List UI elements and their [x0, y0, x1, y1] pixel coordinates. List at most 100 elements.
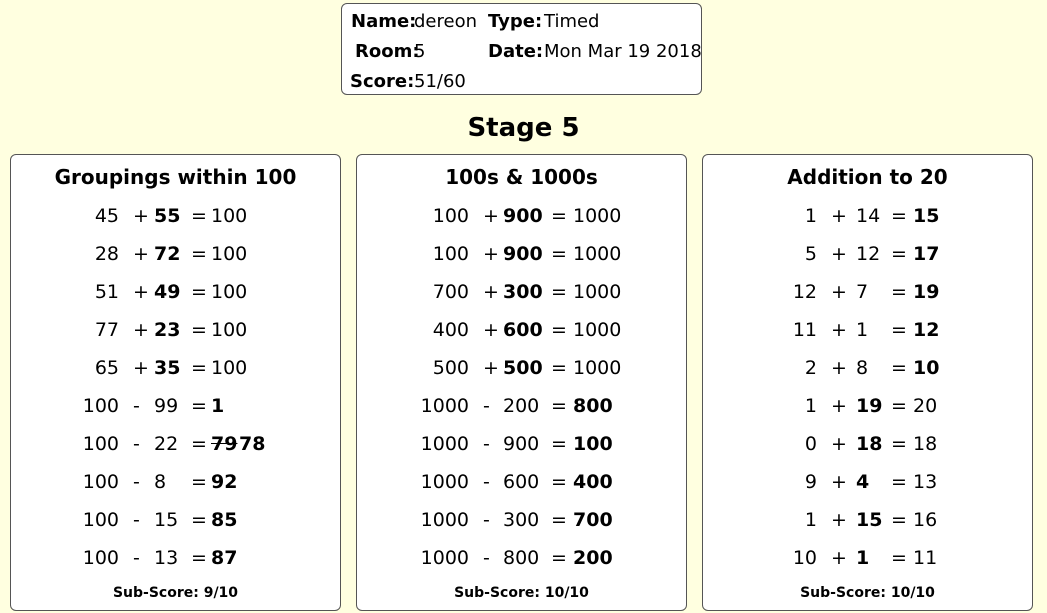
operand-b: 300: [503, 281, 543, 303]
operand-a: 11: [792, 319, 817, 341]
info-box: Name: dereon Type: Timed Room: 5 Date: M…: [341, 3, 702, 95]
equation-row: 12 +7 = 19: [703, 281, 1032, 311]
equation-row: 1000-800 = 200: [357, 547, 686, 577]
equation-row: 100-8 = 92: [11, 471, 340, 501]
operand-a: 100: [82, 471, 119, 493]
equals-sign: =: [191, 243, 207, 265]
operand-b: 1: [856, 547, 870, 569]
operand-b: 600: [503, 471, 540, 493]
operand-a: 1: [804, 205, 817, 227]
operator: +: [831, 471, 847, 493]
operator: +: [831, 547, 847, 569]
operator: -: [133, 547, 140, 569]
equals-sign: =: [191, 471, 207, 493]
result: 12: [913, 319, 940, 341]
result: 19: [913, 281, 940, 303]
equation-row: 100-99 = 1: [11, 395, 340, 425]
equals-sign: =: [891, 509, 907, 531]
result: 13: [913, 471, 938, 493]
operand-b: 200: [503, 395, 540, 417]
operand-b: 22: [154, 433, 179, 455]
equals-sign: =: [551, 395, 567, 417]
result: 18: [913, 433, 938, 455]
operand-b: 500: [503, 357, 543, 379]
result: 100: [573, 433, 613, 455]
operand-a: 12: [792, 281, 817, 303]
operand-a: 1000: [420, 433, 469, 455]
equals-sign: =: [891, 205, 907, 227]
operator: +: [483, 243, 499, 265]
operand-a: 100: [432, 243, 469, 265]
equation-row: 1 +15 = 16: [703, 509, 1032, 539]
operand-b: 99: [154, 395, 179, 417]
equals-sign: =: [551, 547, 567, 569]
operand-a: 1: [804, 509, 817, 531]
panel-100s-and-1000s: 100s & 1000s 100 +900 = 1000 100 +900 = 1000 700…: [356, 154, 687, 611]
operand-a: 0: [804, 433, 817, 455]
operator: +: [831, 205, 847, 227]
result: 100: [211, 281, 248, 303]
equation-row: 28 +72 = 100: [11, 243, 340, 273]
equation-row: 9 +4 = 13: [703, 471, 1032, 501]
equals-sign: =: [891, 433, 907, 455]
operator: +: [133, 281, 149, 303]
equation-row: 1000-200 = 800: [357, 395, 686, 425]
operand-b: 900: [503, 243, 543, 265]
equals-sign: =: [891, 547, 907, 569]
operand-a: 1000: [420, 509, 469, 531]
operand-b: 8: [154, 471, 167, 493]
equals-sign: =: [551, 243, 567, 265]
date-label: Date:: [488, 41, 544, 62]
score-value: 51/60: [414, 71, 466, 92]
operator: +: [133, 243, 149, 265]
operand-b: 600: [503, 319, 543, 341]
operand-b: 900: [503, 205, 543, 227]
equals-sign: =: [551, 357, 567, 379]
operand-a: 500: [432, 357, 469, 379]
equation-row: 77 +23 = 100: [11, 319, 340, 349]
equals-sign: =: [191, 509, 207, 531]
operator: +: [483, 319, 499, 341]
operand-b: 900: [503, 433, 540, 455]
operand-a: 5: [804, 243, 817, 265]
panel-title: Addition to 20: [787, 165, 948, 189]
type-value: Timed: [544, 11, 600, 32]
equals-sign: =: [191, 319, 207, 341]
operand-b: 7: [856, 281, 869, 303]
operator: +: [831, 433, 847, 455]
operator: +: [831, 281, 847, 303]
operator: +: [831, 243, 847, 265]
sub-score: Sub-Score: 10/10: [800, 585, 935, 601]
operand-b: 13: [154, 547, 179, 569]
equation-row: 100-22 = 79 78: [11, 433, 340, 463]
date-value: Mon Mar 19 2018: [544, 41, 702, 62]
room-value: 5: [414, 41, 426, 62]
correct-answer: 78: [239, 433, 266, 455]
operand-a: 10: [792, 547, 817, 569]
operator: +: [133, 319, 149, 341]
operator: -: [133, 471, 140, 493]
operand-a: 1: [804, 395, 817, 417]
operand-a: 1000: [420, 395, 469, 417]
result: 10: [913, 357, 940, 379]
operand-a: 9: [804, 471, 817, 493]
result: 1: [211, 395, 225, 417]
operand-a: 700: [432, 281, 469, 303]
operator: -: [133, 509, 140, 531]
result: 800: [573, 395, 613, 417]
operator: +: [483, 281, 499, 303]
name-value: dereon: [414, 11, 477, 32]
operand-b: 15: [154, 509, 179, 531]
panel-groupings-within-100: Groupings within 100 45 +55 = 100 28 +72 = 100 5…: [10, 154, 341, 611]
operand-b: 55: [154, 205, 181, 227]
score-label: Score:: [350, 71, 415, 92]
operator: +: [133, 357, 149, 379]
equals-sign: =: [891, 319, 907, 341]
operand-b: 35: [154, 357, 181, 379]
equals-sign: =: [891, 395, 907, 417]
operand-b: 8: [856, 357, 869, 379]
operator: -: [483, 433, 490, 455]
result: 100: [211, 357, 248, 379]
operator: +: [133, 205, 149, 227]
equals-sign: =: [551, 433, 567, 455]
